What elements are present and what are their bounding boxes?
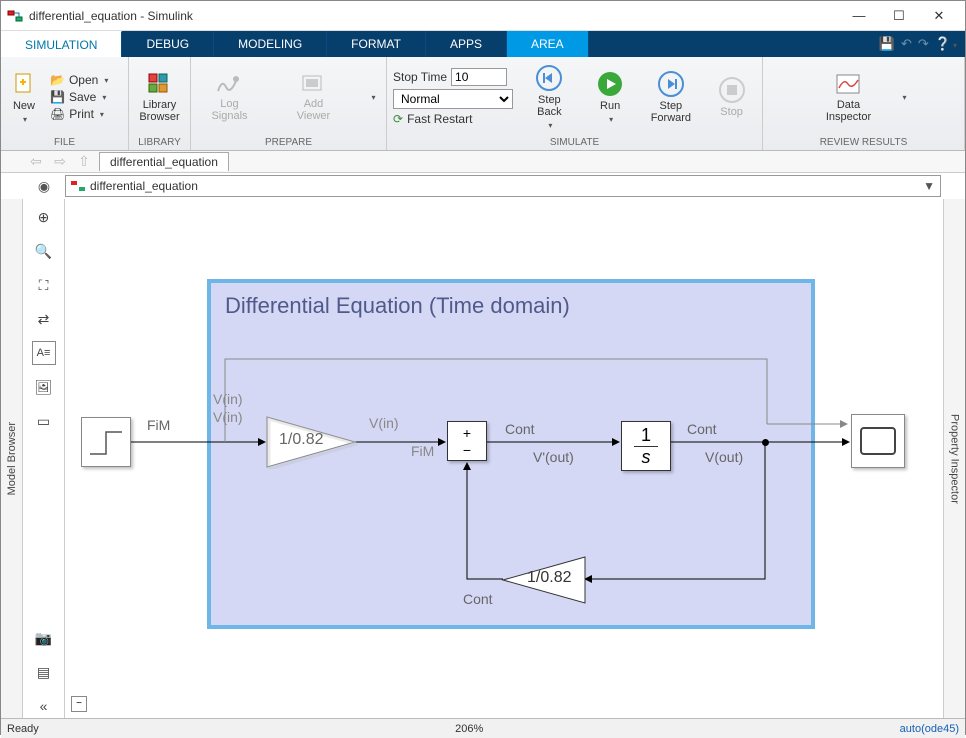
fast-restart-toggle[interactable]: ⟳Fast Restart bbox=[393, 112, 513, 126]
camera-icon[interactable]: 📷 bbox=[32, 626, 56, 650]
step-block[interactable] bbox=[81, 417, 131, 467]
nav-back-icon[interactable]: ⇦ bbox=[27, 153, 45, 170]
nav-up-icon[interactable]: ⇧ bbox=[75, 153, 93, 170]
property-inspector-panel[interactable]: Property Inspector bbox=[943, 199, 965, 718]
overview-toggle-icon[interactable]: − bbox=[71, 696, 87, 712]
fit-view-icon[interactable]: ⛶ bbox=[32, 273, 56, 297]
minimize-button[interactable]: — bbox=[839, 2, 879, 30]
add-viewer-button[interactable]: Add Viewer bbox=[285, 73, 341, 122]
canvas-toolbar: ⊕ 🔍 ⛶ ⇄ A≡ 🖼 ▭ 📷 ▤ « bbox=[23, 199, 65, 718]
area-title: Differential Equation (Time domain) bbox=[211, 283, 811, 329]
model-icon bbox=[70, 178, 86, 194]
status-solver[interactable]: auto(ode45) bbox=[900, 723, 959, 735]
collapse-icon[interactable]: « bbox=[32, 694, 56, 718]
library-browser-button[interactable]: Library Browser bbox=[135, 72, 184, 123]
scope-block[interactable] bbox=[851, 414, 905, 468]
area-icon[interactable]: ▭ bbox=[32, 409, 56, 433]
tab-simulation[interactable]: SIMULATION bbox=[1, 31, 122, 57]
help-icon[interactable]: ❔▾ bbox=[935, 36, 957, 52]
maximize-button[interactable]: ☐ bbox=[879, 2, 919, 30]
new-button[interactable]: New▾ bbox=[7, 71, 41, 124]
record-icon[interactable]: ▤ bbox=[32, 660, 56, 684]
simulation-mode-select[interactable]: Normal bbox=[393, 89, 513, 109]
fit-icon[interactable]: ⊕ bbox=[32, 205, 56, 229]
signal-label-fim: FiM bbox=[147, 417, 170, 433]
sum-block[interactable]: + − bbox=[447, 421, 487, 461]
save-icon: 💾 bbox=[50, 90, 65, 104]
gain2-value: 1/0.82 bbox=[527, 569, 571, 587]
path-bar[interactable]: differential_equation ▼ bbox=[65, 175, 941, 197]
folder-icon: 📂 bbox=[50, 73, 65, 87]
save-quick-icon[interactable]: 💾 bbox=[879, 36, 895, 52]
status-bar: Ready 206% auto(ode45) bbox=[1, 718, 965, 738]
nav-fwd-icon[interactable]: ⇨ bbox=[51, 153, 69, 170]
window-title: differential_equation - Simulink bbox=[29, 9, 839, 23]
prepare-expand[interactable]: ▾ bbox=[371, 93, 375, 102]
tab-debug[interactable]: DEBUG bbox=[122, 31, 214, 57]
model-hierarchy-icon[interactable]: ◉ bbox=[38, 178, 50, 195]
save-button[interactable]: 💾Save▾ bbox=[47, 89, 111, 105]
model-browser-panel[interactable]: Model Browser bbox=[1, 199, 23, 718]
toolstrip-tabs: SIMULATION DEBUG MODELING FORMAT APPS AR… bbox=[1, 31, 965, 57]
status-zoom: 206% bbox=[39, 723, 900, 735]
tab-apps[interactable]: APPS bbox=[426, 31, 507, 57]
zoom-icon[interactable]: 🔍 bbox=[32, 239, 56, 263]
gain1-value: 1/0.82 bbox=[279, 431, 323, 449]
data-inspector-button[interactable]: Data Inspector bbox=[820, 72, 876, 123]
ribbon: New▾ 📂Open▾ 💾Save▾ 🖨Print▾ FILE Library … bbox=[1, 57, 965, 151]
stop-button[interactable]: Stop bbox=[707, 77, 756, 118]
tab-modeling[interactable]: MODELING bbox=[214, 31, 327, 57]
log-signals-button[interactable]: Log Signals bbox=[201, 73, 257, 122]
redo-icon[interactable]: ↷ bbox=[918, 36, 929, 52]
integrator-block[interactable]: 1 s bbox=[621, 421, 671, 471]
step-forward-button[interactable]: Step Forward bbox=[647, 71, 696, 124]
tab-area[interactable]: AREA bbox=[507, 31, 589, 57]
annotation-icon[interactable]: A≡ bbox=[32, 341, 56, 365]
print-icon: 🖨 bbox=[50, 107, 65, 121]
status-ready: Ready bbox=[7, 723, 39, 735]
review-expand[interactable]: ▾ bbox=[902, 93, 906, 102]
model-canvas[interactable]: − Differential Equation (Time domain) bbox=[65, 199, 943, 718]
signal-branch-node bbox=[762, 439, 769, 446]
simulink-icon bbox=[7, 8, 23, 24]
run-button[interactable]: Run▾ bbox=[586, 71, 635, 124]
image-icon[interactable]: 🖼 bbox=[32, 375, 56, 399]
tab-format[interactable]: FORMAT bbox=[327, 31, 426, 57]
step-back-button[interactable]: Step Back▾ bbox=[525, 65, 574, 130]
model-tab[interactable]: differential_equation bbox=[99, 152, 229, 171]
sample-time-icon[interactable]: ⇄ bbox=[32, 307, 56, 331]
close-button[interactable]: ✕ bbox=[919, 2, 959, 30]
explorer-bar: ⇦ ⇨ ⇧ differential_equation bbox=[1, 151, 965, 173]
print-button[interactable]: 🖨Print▾ bbox=[47, 106, 111, 122]
stop-time-input[interactable] bbox=[451, 68, 507, 86]
undo-icon[interactable]: ↶ bbox=[901, 36, 912, 52]
open-button[interactable]: 📂Open▾ bbox=[47, 72, 111, 88]
path-dropdown-icon[interactable]: ▼ bbox=[918, 179, 940, 193]
